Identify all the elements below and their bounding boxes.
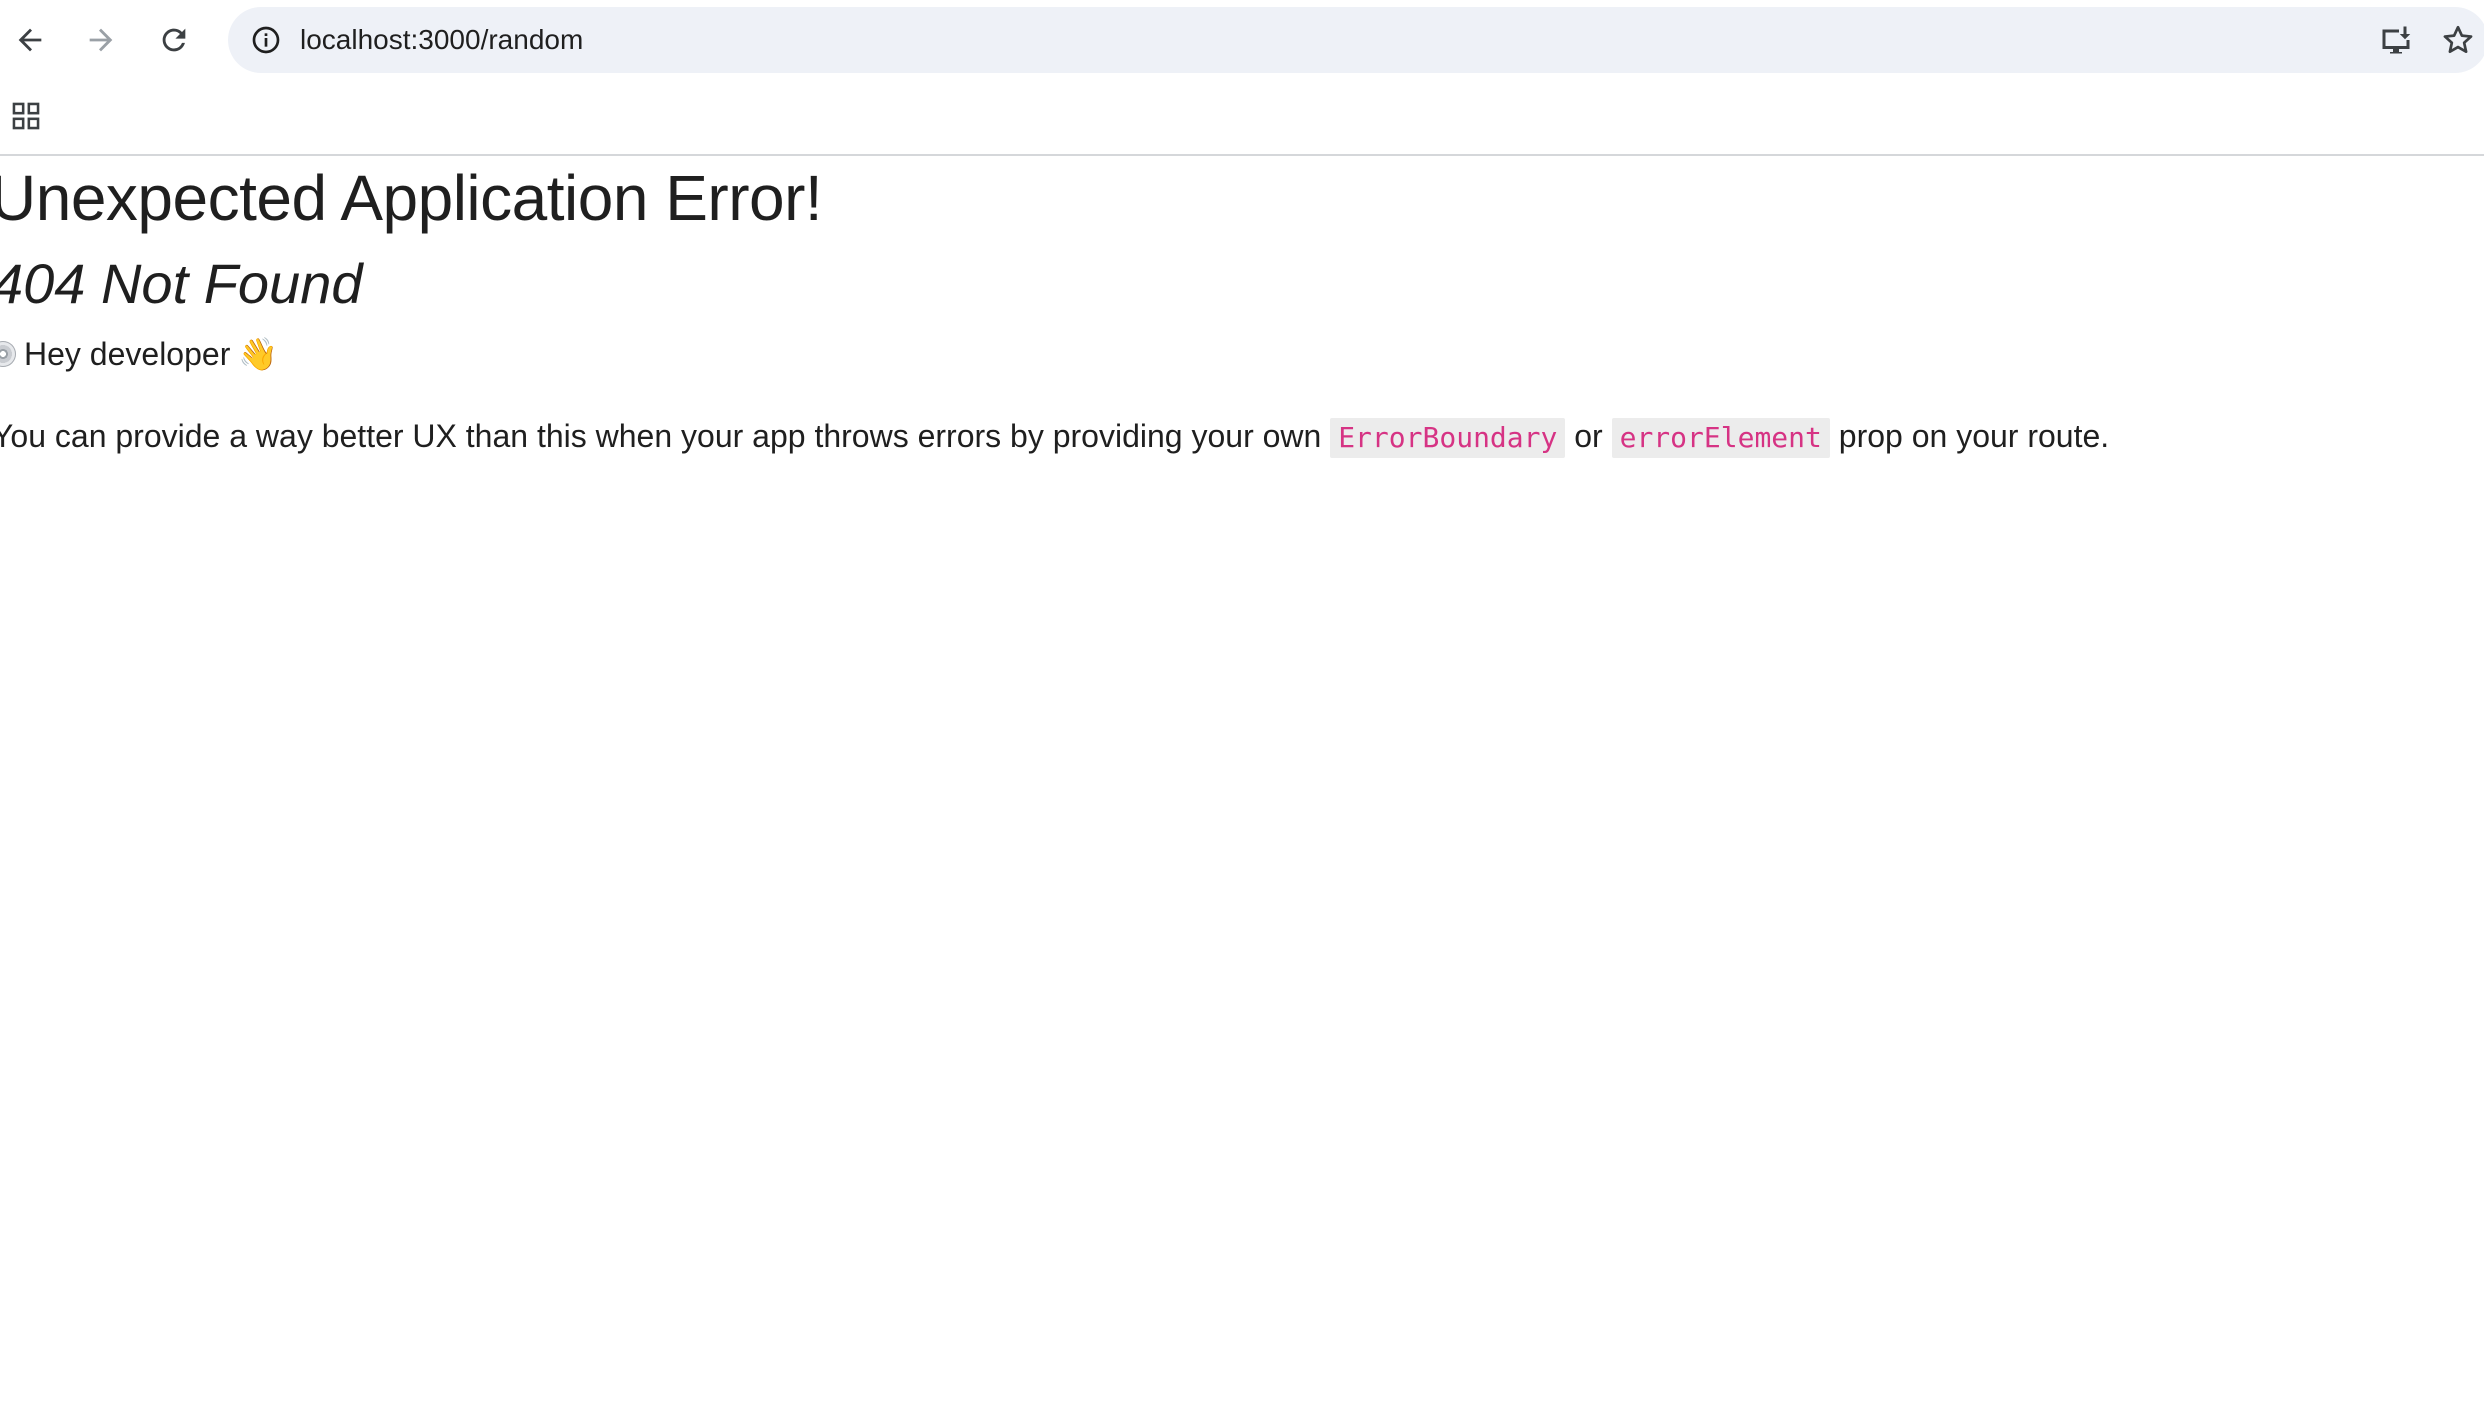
star-icon: [2443, 25, 2473, 54]
browser-toolbar: localhost:3000/random: [0, 0, 2484, 80]
reload-icon: [162, 28, 186, 52]
waving-hand-icon: 👋: [238, 336, 279, 372]
bookmark-star-button[interactable]: [2434, 16, 2482, 64]
install-app-button[interactable]: [2372, 16, 2420, 64]
address-bar[interactable]: localhost:3000/random: [228, 7, 2484, 73]
forward-button[interactable]: [75, 14, 127, 66]
code-error-boundary: ErrorBoundary: [1330, 418, 1566, 458]
disc-icon: [0, 341, 16, 367]
reload-button[interactable]: [148, 14, 200, 66]
error-title: Unexpected Application Error!: [0, 162, 823, 234]
bookmarks-bar: [0, 80, 2484, 156]
description-text-before: You can provide a way better UX than thi…: [0, 418, 1322, 454]
arrow-right-icon: [89, 28, 113, 52]
site-info-button[interactable]: [242, 16, 290, 64]
hey-developer-text: Hey developer: [24, 336, 231, 372]
description-text-after: prop on your route.: [1838, 418, 2110, 454]
error-status: 404 Not Found: [0, 252, 363, 315]
back-button[interactable]: [4, 14, 56, 66]
apps-grid-icon: [12, 102, 40, 130]
description-text-or: or: [1574, 418, 1603, 454]
code-error-element: errorElement: [1611, 418, 1830, 458]
arrow-left-icon: [18, 28, 42, 52]
error-description: You can provide a way better UX than thi…: [0, 412, 2109, 460]
apps-button[interactable]: [4, 94, 48, 138]
hey-developer-line: Hey developer 👋: [0, 332, 278, 376]
url-text[interactable]: localhost:3000/random: [300, 7, 583, 73]
info-icon: [252, 26, 280, 54]
install-app-icon: [2382, 26, 2411, 54]
page-content: Unexpected Application Error! 404 Not Fo…: [0, 156, 2484, 1428]
